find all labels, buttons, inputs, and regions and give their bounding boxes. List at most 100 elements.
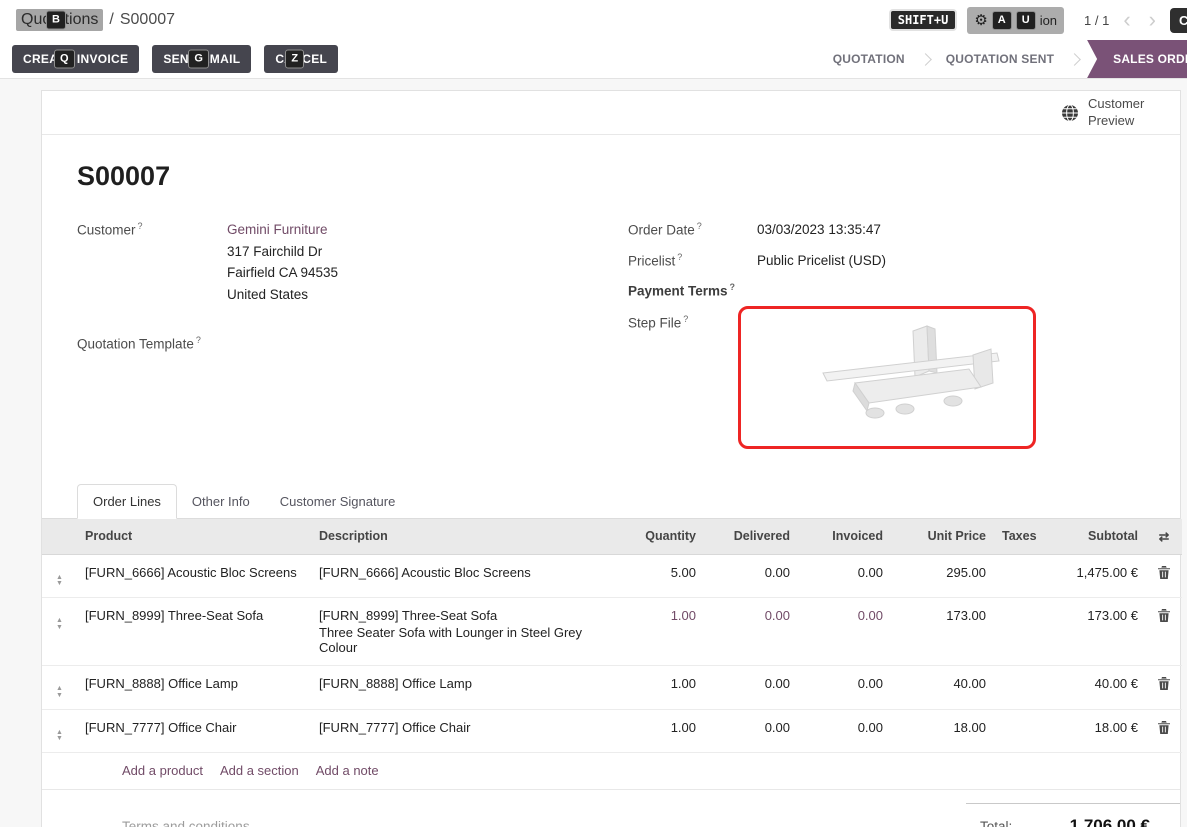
cell-delivered[interactable]: 0.00 bbox=[704, 709, 798, 753]
keyboard-hint-shift-u: SHIFT+U bbox=[889, 9, 958, 31]
create-invoice-button[interactable]: CREATE INVOICE Q bbox=[12, 45, 139, 73]
keyboard-hint-b: B bbox=[46, 11, 66, 30]
cell-product[interactable]: [FURN_6666] Acoustic Bloc Screens bbox=[77, 554, 311, 598]
add-a-section-link[interactable]: Add a section bbox=[220, 763, 299, 778]
breadcrumb-separator: / bbox=[109, 11, 113, 29]
customer-preview-button[interactable]: Customer Preview bbox=[1061, 96, 1152, 129]
status-quotation-sent[interactable]: QUOTATION SENT bbox=[932, 52, 1068, 66]
breadcrumb-quotations[interactable]: Quotations B bbox=[16, 9, 103, 31]
customer-address-line: 317 Fairchild Dr bbox=[227, 241, 338, 263]
cell-quantity[interactable]: 1.00 bbox=[614, 598, 704, 666]
cell-product[interactable]: [FURN_8999] Three-Seat Sofa bbox=[77, 598, 311, 666]
subtotal-column-header[interactable]: Subtotal bbox=[1042, 519, 1146, 555]
cell-description[interactable]: [FURN_6666] Acoustic Bloc Screens bbox=[311, 554, 614, 598]
invoiced-column-header[interactable]: Invoiced bbox=[798, 519, 891, 555]
order-form-sheet: Customer Preview S00007 Customer? Gemini… bbox=[41, 90, 1181, 827]
drag-handle[interactable]: ▲▼ bbox=[42, 554, 77, 598]
cell-product[interactable]: [FURN_8888] Office Lamp bbox=[77, 666, 311, 710]
cell-quantity[interactable]: 1.00 bbox=[614, 709, 704, 753]
tab-other-info[interactable]: Other Info bbox=[177, 485, 265, 518]
keyboard-hint-a: A bbox=[992, 11, 1012, 30]
cell-quantity[interactable]: 1.00 bbox=[614, 666, 704, 710]
cell-invoiced[interactable]: 0.00 bbox=[798, 666, 891, 710]
customer-address-line: United States bbox=[227, 284, 338, 306]
add-a-note-link[interactable]: Add a note bbox=[316, 763, 379, 778]
delivered-column-header[interactable]: Delivered bbox=[704, 519, 798, 555]
pager-next-icon[interactable]: › bbox=[1145, 9, 1160, 31]
totals-block: Total: 1,706.00 € bbox=[966, 803, 1180, 827]
status-quotation[interactable]: QUOTATION bbox=[819, 52, 919, 66]
table-row[interactable]: ▲▼ [FURN_7777] Office Chair [FURN_7777] … bbox=[42, 709, 1182, 753]
product-column-header[interactable]: Product bbox=[77, 519, 311, 555]
field-order-date: Order Date? 03/03/2023 13:35:47 bbox=[628, 219, 1180, 241]
description-column-header[interactable]: Description bbox=[311, 519, 614, 555]
page-content: Customer Preview S00007 Customer? Gemini… bbox=[0, 79, 1187, 827]
cell-invoiced[interactable]: 0.00 bbox=[798, 554, 891, 598]
field-payment-terms: Payment Terms? bbox=[628, 280, 1180, 299]
delete-row-button[interactable] bbox=[1146, 554, 1182, 598]
sheet-header: Customer Preview bbox=[42, 91, 1180, 135]
cell-taxes[interactable] bbox=[994, 554, 1042, 598]
add-a-product-link[interactable]: Add a product bbox=[122, 763, 203, 778]
keyboard-hint-g: G bbox=[188, 50, 209, 69]
field-step-file: Step File? bbox=[628, 312, 1180, 449]
trash-icon bbox=[1158, 609, 1170, 622]
tab-customer-signature[interactable]: Customer Signature bbox=[265, 485, 411, 518]
trash-icon bbox=[1158, 721, 1170, 734]
drag-handle[interactable]: ▲▼ bbox=[42, 598, 77, 666]
field-quotation-template: Quotation Template? bbox=[77, 333, 628, 352]
cell-description[interactable]: [FURN_7777] Office Chair bbox=[311, 709, 614, 753]
action-toolbar: CREATE INVOICE Q SEND EMAIL G CANCEL Z Q… bbox=[0, 40, 1187, 79]
taxes-column-header[interactable]: Taxes bbox=[994, 519, 1042, 555]
cell-product[interactable]: [FURN_7777] Office Chair bbox=[77, 709, 311, 753]
cell-description[interactable]: [FURN_8888] Office Lamp bbox=[311, 666, 614, 710]
pricelist-label: Pricelist? bbox=[628, 250, 757, 272]
order-date-value[interactable]: 03/03/2023 13:35:47 bbox=[757, 219, 881, 241]
drag-handle[interactable]: ▲▼ bbox=[42, 709, 77, 753]
cell-unit-price[interactable]: 40.00 bbox=[891, 666, 994, 710]
cell-unit-price[interactable]: 173.00 bbox=[891, 598, 994, 666]
optional-columns-icon[interactable]: ⇄ bbox=[1146, 519, 1182, 555]
cell-delivered[interactable]: 0.00 bbox=[704, 598, 798, 666]
drag-handle-icon: ▲▼ bbox=[56, 618, 63, 631]
status-sales-order[interactable]: SALES ORDER bbox=[1087, 40, 1187, 78]
cell-taxes[interactable] bbox=[994, 709, 1042, 753]
quantity-column-header[interactable]: Quantity bbox=[614, 519, 704, 555]
top-navbar: Quotations B / S00007 SHIFT+U ⚙ A U ion … bbox=[0, 0, 1187, 40]
unit-price-column-header[interactable]: Unit Price bbox=[891, 519, 994, 555]
cell-invoiced[interactable]: 0.00 bbox=[798, 598, 891, 666]
cell-taxes[interactable] bbox=[994, 598, 1042, 666]
cell-invoiced[interactable]: 0.00 bbox=[798, 709, 891, 753]
customer-link[interactable]: Gemini Furniture bbox=[227, 222, 328, 237]
help-icon: ? bbox=[138, 221, 143, 231]
handle-column-header bbox=[42, 519, 77, 555]
pager-previous-icon[interactable]: ‹ bbox=[1119, 9, 1134, 31]
drag-handle[interactable]: ▲▼ bbox=[42, 666, 77, 710]
delete-row-button[interactable] bbox=[1146, 598, 1182, 666]
send-email-button[interactable]: SEND EMAIL G bbox=[152, 45, 251, 73]
tab-order-lines[interactable]: Order Lines bbox=[77, 484, 177, 519]
cell-quantity[interactable]: 5.00 bbox=[614, 554, 704, 598]
pricelist-value[interactable]: Public Pricelist (USD) bbox=[757, 250, 886, 272]
cell-unit-price[interactable]: 295.00 bbox=[891, 554, 994, 598]
help-icon: ? bbox=[683, 314, 688, 324]
field-group: Customer? Gemini Furniture 317 Fairchild… bbox=[77, 219, 1180, 458]
action-menu-button[interactable]: ⚙ A U ion bbox=[967, 7, 1064, 34]
cancel-button[interactable]: CANCEL Z bbox=[264, 45, 338, 73]
field-customer: Customer? Gemini Furniture 317 Fairchild… bbox=[77, 219, 628, 305]
field-pricelist: Pricelist? Public Pricelist (USD) bbox=[628, 250, 1180, 272]
cell-taxes[interactable] bbox=[994, 666, 1042, 710]
cell-unit-price[interactable]: 18.00 bbox=[891, 709, 994, 753]
cell-delivered[interactable]: 0.00 bbox=[704, 666, 798, 710]
table-row[interactable]: ▲▼ [FURN_8999] Three-Seat Sofa [FURN_899… bbox=[42, 598, 1182, 666]
cell-delivered[interactable]: 0.00 bbox=[704, 554, 798, 598]
delete-row-button[interactable] bbox=[1146, 709, 1182, 753]
table-row[interactable]: ▲▼ [FURN_6666] Acoustic Bloc Screens [FU… bbox=[42, 554, 1182, 598]
terms-and-conditions-input[interactable]: Terms and conditions... bbox=[122, 803, 261, 827]
step-file-preview[interactable] bbox=[738, 306, 1036, 449]
help-icon: ? bbox=[196, 335, 201, 345]
cell-description[interactable]: [FURN_8999] Three-Seat Sofa Three Seater… bbox=[311, 598, 614, 666]
delete-row-button[interactable] bbox=[1146, 666, 1182, 710]
table-row[interactable]: ▲▼ [FURN_8888] Office Lamp [FURN_8888] O… bbox=[42, 666, 1182, 710]
cell-subtotal: 40.00 € bbox=[1042, 666, 1146, 710]
